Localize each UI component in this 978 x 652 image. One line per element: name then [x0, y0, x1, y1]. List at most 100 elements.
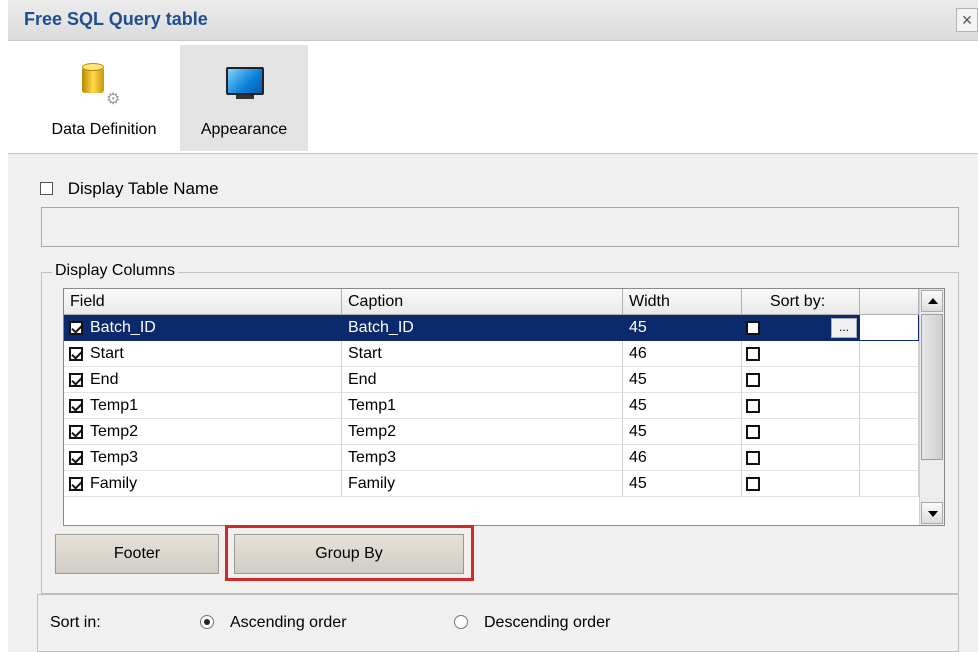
filler-cell — [860, 419, 919, 445]
width-cell[interactable]: 45 — [623, 471, 742, 497]
field-checkbox[interactable] — [69, 321, 83, 335]
sort-by-checkbox[interactable] — [746, 373, 760, 387]
width-cell[interactable]: 45 — [623, 419, 742, 445]
display-table-name-label: Display Table Name — [67, 178, 219, 198]
sort-in-label: Sort in: — [50, 614, 101, 631]
header-caption[interactable]: Caption — [342, 289, 623, 315]
caption-cell[interactable]: Temp2 — [342, 419, 623, 445]
header-sort-by[interactable]: Sort by: — [742, 289, 860, 315]
filler-cell — [860, 393, 919, 419]
window-title: Free SQL Query table — [24, 9, 208, 29]
tab-label: Data Definition — [51, 121, 157, 138]
sort-by-checkbox[interactable] — [746, 451, 760, 465]
field-cell[interactable]: Batch_ID — [64, 315, 342, 341]
close-icon[interactable]: × — [956, 8, 978, 32]
scroll-up-icon[interactable] — [921, 290, 943, 312]
table-row[interactable]: Family Family 45 — [64, 471, 919, 497]
columns-grid: Field Caption Width Sort by: Batch_ID Bat… — [63, 288, 945, 526]
field-cell[interactable]: Start — [64, 341, 342, 367]
caption-cell[interactable]: End — [342, 367, 623, 393]
sort-by-checkbox[interactable] — [746, 425, 760, 439]
width-cell[interactable]: 45 — [623, 315, 742, 341]
caption-cell[interactable]: Family — [342, 471, 623, 497]
field-cell[interactable]: Family — [64, 471, 342, 497]
sort-by-checkbox[interactable] — [746, 477, 760, 491]
sort-by-cell[interactable] — [742, 341, 860, 367]
sort-by-cell[interactable] — [742, 367, 860, 393]
field-cell[interactable]: End — [64, 367, 342, 393]
header-width[interactable]: Width — [623, 289, 742, 315]
database-icon — [82, 63, 104, 93]
scroll-down-icon[interactable] — [921, 502, 943, 524]
table-row[interactable]: Start Start 46 — [64, 341, 919, 367]
filler-cell — [860, 315, 919, 341]
descending-radio[interactable] — [454, 615, 468, 629]
caption-cell[interactable]: Temp1 — [342, 393, 623, 419]
sort-by-checkbox[interactable] — [746, 321, 760, 335]
dialog-window: Free SQL Query table × ⚙ Data Definition… — [8, 0, 978, 652]
appearance-panel: Display Table Name Display Columns Field… — [8, 153, 978, 652]
header-filler — [860, 289, 919, 315]
ascending-label[interactable]: Ascending order — [230, 614, 347, 632]
field-checkbox[interactable] — [69, 399, 83, 413]
field-name: Temp1 — [90, 397, 139, 414]
footer-button[interactable]: Footer — [55, 534, 219, 574]
scroll-thumb[interactable] — [921, 314, 943, 460]
header-field[interactable]: Field — [64, 289, 342, 315]
field-name: Temp3 — [90, 449, 139, 466]
tab-appearance[interactable]: Appearance — [180, 45, 308, 151]
filler-cell — [860, 445, 919, 471]
table-name-input[interactable] — [41, 207, 959, 247]
field-checkbox[interactable] — [69, 477, 83, 491]
field-checkbox[interactable] — [69, 425, 83, 439]
table-row[interactable]: Temp3 Temp3 46 — [64, 445, 919, 471]
width-cell[interactable]: 46 — [623, 445, 742, 471]
field-checkbox[interactable] — [69, 347, 83, 361]
sort-by-cell[interactable]: ... — [742, 315, 860, 341]
monitor-icon — [226, 67, 264, 95]
display-table-name-row: Display Table Name — [40, 178, 219, 199]
field-name: Start — [90, 345, 124, 362]
caption-cell[interactable]: Batch_ID — [342, 315, 623, 341]
sort-by-cell[interactable] — [742, 393, 860, 419]
caption-cell[interactable]: Temp3 — [342, 445, 623, 471]
width-cell[interactable]: 45 — [623, 367, 742, 393]
field-name: Batch_ID — [90, 319, 156, 336]
filler-cell — [860, 341, 919, 367]
tab-data-definition[interactable]: ⚙ Data Definition — [30, 45, 178, 151]
field-checkbox[interactable] — [69, 373, 83, 387]
caption-cell[interactable]: Start — [342, 341, 623, 367]
tab-label: Appearance — [200, 121, 288, 138]
highlight-annotation — [225, 525, 474, 581]
vertical-scrollbar[interactable] — [919, 289, 944, 525]
sort-by-cell[interactable] — [742, 445, 860, 471]
sort-by-checkbox[interactable] — [746, 399, 760, 413]
sort-by-cell[interactable] — [742, 419, 860, 445]
sort-by-checkbox[interactable] — [746, 347, 760, 361]
width-cell[interactable]: 46 — [623, 341, 742, 367]
field-cell[interactable]: Temp1 — [64, 393, 342, 419]
field-cell[interactable]: Temp3 — [64, 445, 342, 471]
field-name: Family — [90, 475, 138, 492]
filler-cell — [860, 367, 919, 393]
ribbon-tabs: ⚙ Data Definition Appearance — [8, 41, 978, 153]
table-row[interactable]: Batch_ID Batch_ID 45... — [64, 315, 919, 341]
field-name: End — [90, 371, 119, 388]
table-row[interactable]: Temp2 Temp2 45 — [64, 419, 919, 445]
gear-icon: ⚙ — [106, 91, 121, 108]
title-bar: Free SQL Query table × — [8, 0, 978, 41]
filler-cell — [860, 471, 919, 497]
table-row[interactable]: End End 45 — [64, 367, 919, 393]
width-cell[interactable]: 45 — [623, 393, 742, 419]
sort-by-cell[interactable] — [742, 471, 860, 497]
ascending-radio[interactable] — [200, 615, 214, 629]
field-checkbox[interactable] — [69, 451, 83, 465]
ellipsis-button[interactable]: ... — [831, 318, 857, 338]
descending-label[interactable]: Descending order — [484, 614, 610, 632]
display-columns-legend: Display Columns — [52, 262, 179, 280]
table-row[interactable]: Temp1 Temp1 45 — [64, 393, 919, 419]
display-table-name-checkbox[interactable] — [40, 182, 53, 196]
field-cell[interactable]: Temp2 — [64, 419, 342, 445]
field-name: Temp2 — [90, 423, 139, 440]
grid-header: Field Caption Width Sort by: — [64, 289, 944, 315]
